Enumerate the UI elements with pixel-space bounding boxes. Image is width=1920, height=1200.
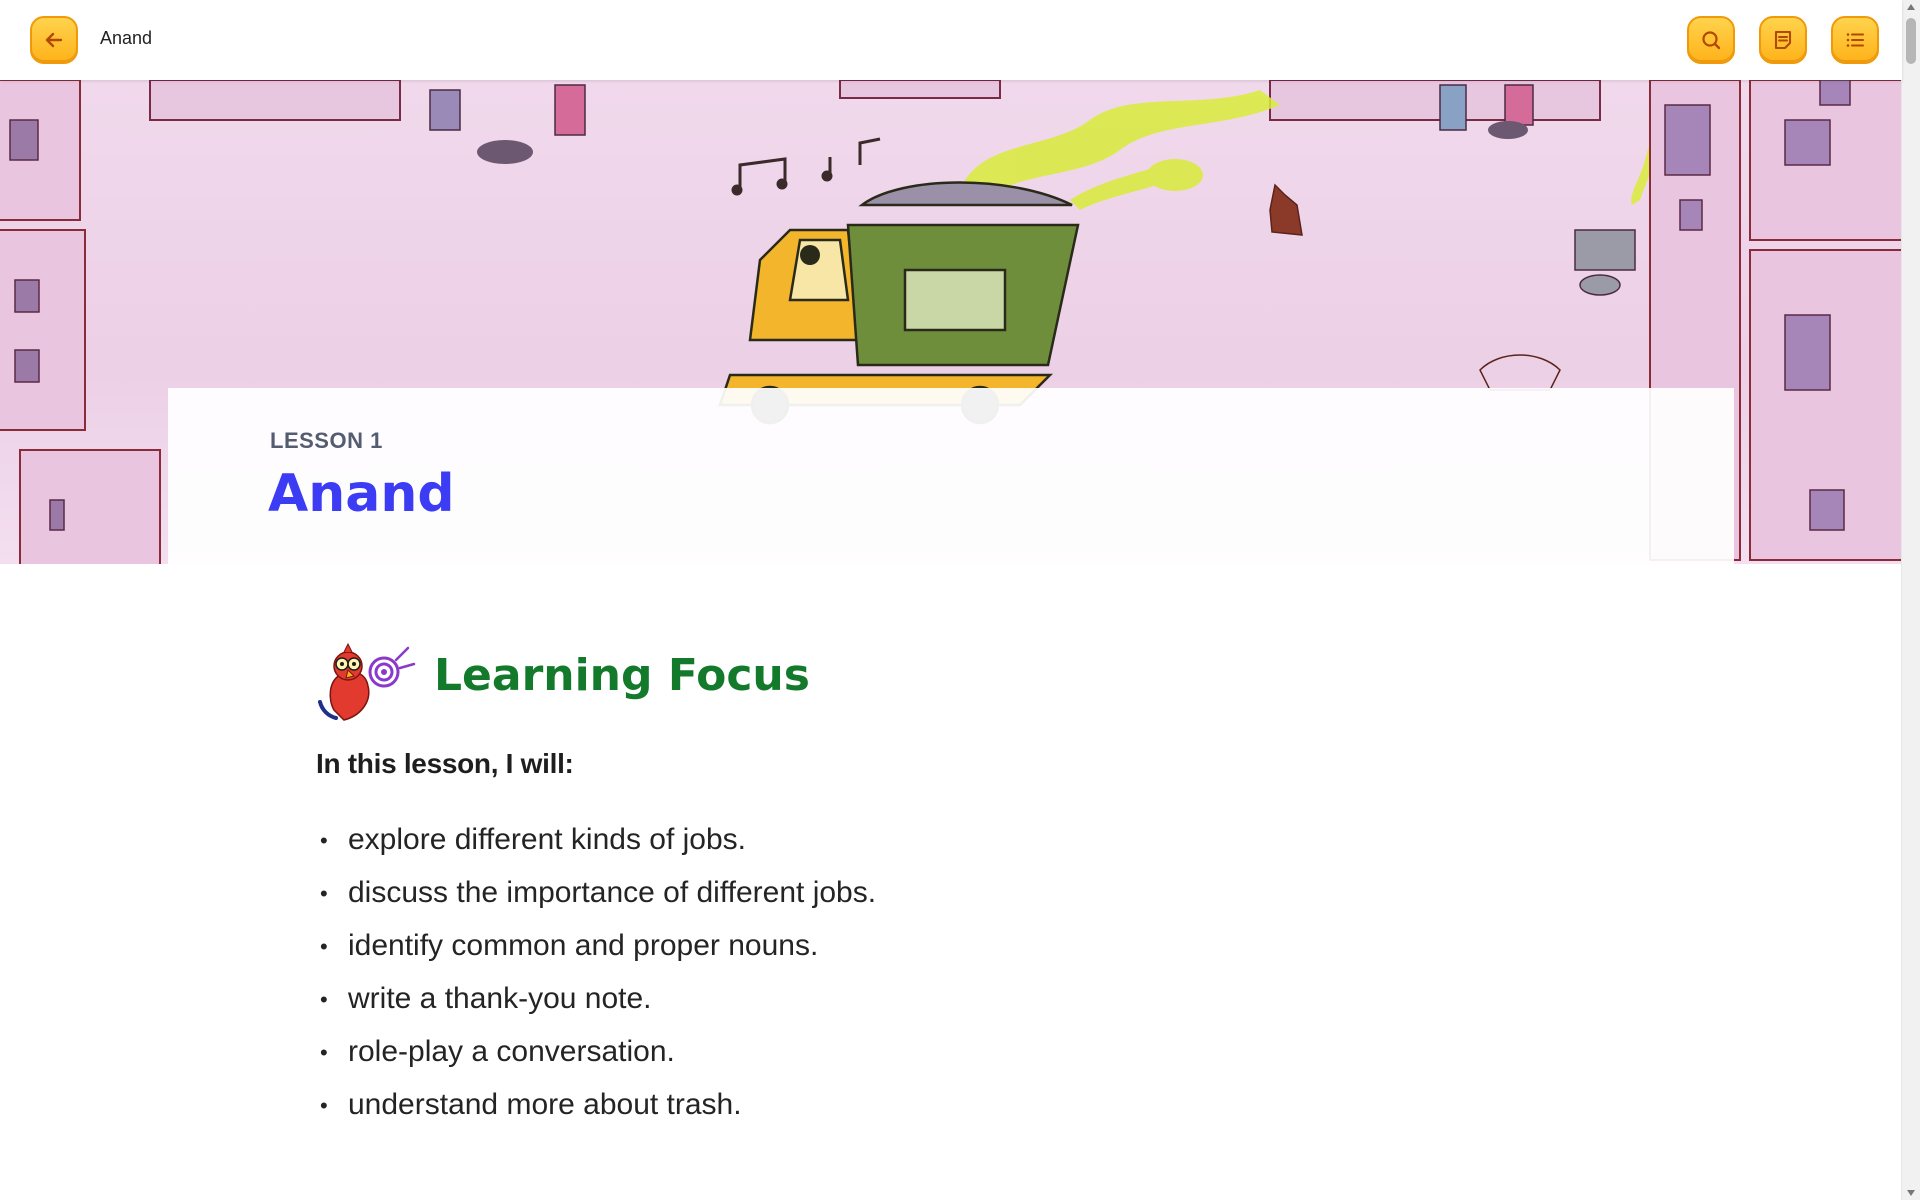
table-of-contents-button[interactable] xyxy=(1831,16,1879,64)
arrow-left-icon xyxy=(45,32,63,48)
list-item-text: explore different kinds of jobs. xyxy=(348,823,747,856)
lesson-hero-banner: LESSON 1 Anand xyxy=(0,80,1902,564)
list-item: • write a thank-you note. xyxy=(316,973,876,1026)
list-item-text: discuss the importance of different jobs… xyxy=(348,876,877,910)
bullet-icon: • xyxy=(320,881,328,907)
scroll-down-arrow-icon[interactable] xyxy=(1907,1190,1915,1196)
lesson-title-card: LESSON 1 Anand xyxy=(168,388,1734,564)
list-item-text: role-play a conversation. xyxy=(348,1035,675,1069)
scroll-up-arrow-icon[interactable] xyxy=(1907,4,1915,10)
lesson-title: Anand xyxy=(268,464,455,524)
learning-focus-list: • explore different kinds of jobs. • discu… xyxy=(316,814,876,1132)
list-item: • discuss the importance of different job… xyxy=(316,867,876,920)
list-item: • identify common and proper nouns. xyxy=(316,920,876,973)
search-button[interactable] xyxy=(1687,16,1735,64)
bullet-icon: • xyxy=(320,1093,328,1119)
list-item: • role-play a conversation. xyxy=(316,1026,876,1079)
list-item: • explore different kinds of jobs. xyxy=(316,814,876,867)
list-item: • understand more about trash. xyxy=(316,1079,876,1132)
bullet-icon: • xyxy=(320,934,328,960)
back-button[interactable] xyxy=(30,16,78,64)
list-item-text: understand more about trash. xyxy=(348,1088,742,1122)
list-item-text: identify common and proper nouns. xyxy=(348,929,819,963)
scrollbar-thumb[interactable] xyxy=(1906,18,1916,64)
notes-button[interactable] xyxy=(1759,16,1807,64)
learning-focus-heading: Learning Focus xyxy=(434,650,810,701)
bullet-icon: • xyxy=(320,828,328,854)
bullet-icon: • xyxy=(320,1040,328,1066)
search-icon xyxy=(1702,31,1721,50)
lesson-number: LESSON 1 xyxy=(270,428,383,453)
parrot-mascot-icon xyxy=(318,642,416,721)
top-bar: Anand xyxy=(0,0,1902,80)
app-title: Anand xyxy=(100,28,153,48)
notes-icon xyxy=(1774,30,1792,50)
vertical-scrollbar[interactable] xyxy=(1901,0,1920,1200)
learning-focus-intro: In this lesson, I will: xyxy=(316,748,574,779)
bullet-icon: • xyxy=(320,987,328,1013)
list-icon xyxy=(1846,33,1864,47)
list-item-text: write a thank-you note. xyxy=(348,982,652,1016)
